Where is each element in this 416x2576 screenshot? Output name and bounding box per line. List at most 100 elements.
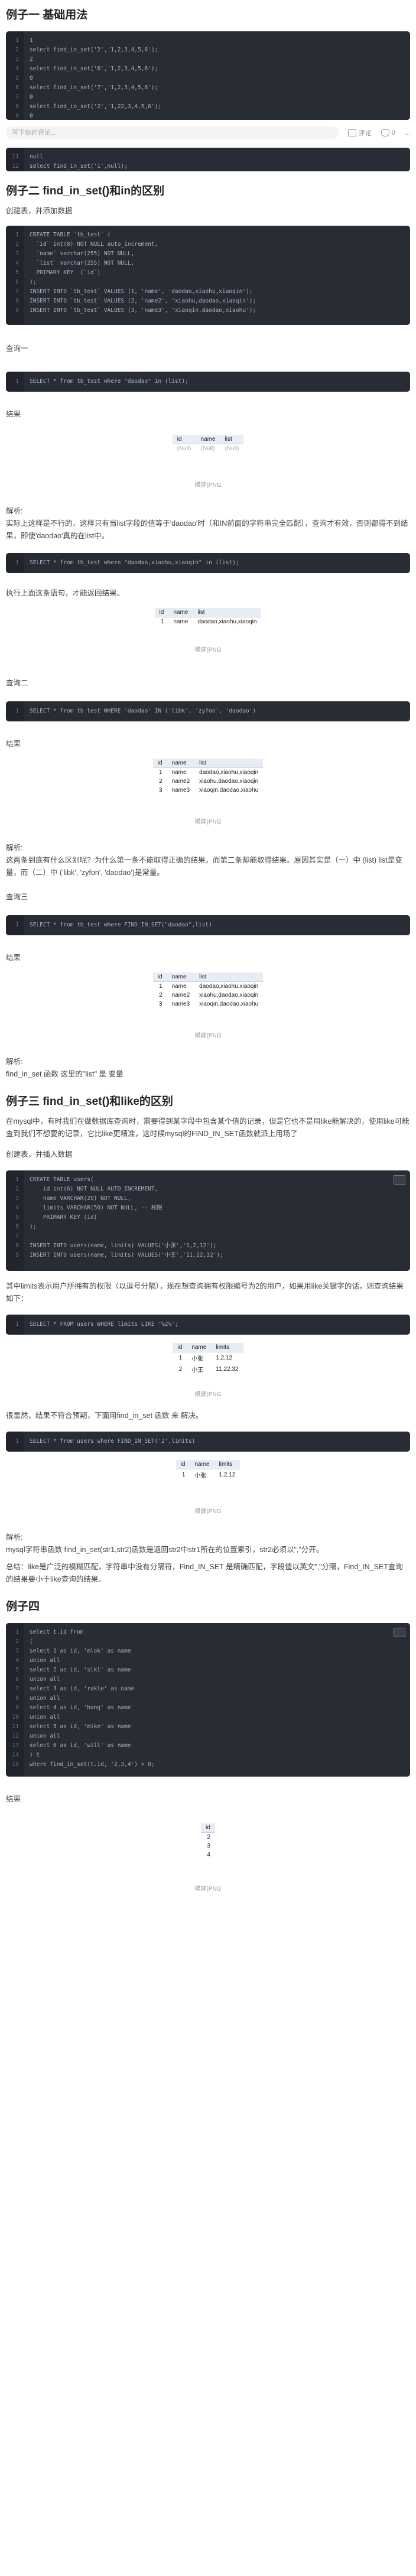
- code-line: 8 INSERT INTO users(name, limits) VALUES(…: [6, 1241, 410, 1251]
- code-text: union all: [30, 1695, 60, 1702]
- line-number: 7: [15, 1233, 19, 1240]
- code-text: select 5 as id, 'mike' as name: [30, 1723, 131, 1730]
- line-number: 4: [15, 1205, 19, 1211]
- summary-text: 总结：like是广泛的模糊匹配，字符串中没有分隔符，Find_IN_SET 是精…: [6, 1563, 403, 1583]
- code-text: `list` varchar(255) NOT NULL,: [30, 260, 135, 266]
- code-text: );: [30, 279, 37, 285]
- code-block-like-query[interactable]: 1 SELECT * FROM users WHERE limits LIKE '…: [6, 1315, 410, 1335]
- code-block-query3[interactable]: 1 SELECT * from tb_test where FIND_IN_SET…: [6, 915, 410, 935]
- code-line: 3 select 1 as id, 'mlok' as name: [6, 1647, 410, 1656]
- code-text: `name` varchar(255) NOT NULL,: [30, 251, 135, 257]
- example2-intro: 创建表，并添加数据: [6, 207, 73, 215]
- table-row: 4: [201, 1850, 215, 1859]
- table-cell: 1: [178, 1355, 183, 1361]
- code-line: 2 select find_in_set('2','1,2,3,4,5,6');: [6, 45, 410, 55]
- result-table: id name list 1 name daodao,xiaohu,xiaoqin 2 nam…: [152, 759, 264, 795]
- image-caption: 横屏(PNG: [194, 482, 222, 489]
- code-text: PRIMARY KEY (id): [30, 1214, 98, 1221]
- line-number: 2: [15, 1638, 19, 1645]
- code-line: 32: [6, 55, 410, 64]
- line-number: 3: [15, 1195, 19, 1202]
- code-block-example4[interactable]: 1 select t.id from 2(3 select 1 as id, 'mlo…: [6, 1623, 410, 1777]
- code-text: union all: [30, 1676, 60, 1683]
- table-row: 1 小张 1,2,12: [176, 1469, 240, 1481]
- code-text: INSERT INTO users(name, limits) VALUES('…: [30, 1243, 217, 1249]
- analysis-text-3: find_in_set 函数 这里的"list" 是 变量: [6, 1070, 124, 1078]
- code-text: name VARCHAR(20) NOT NULL,: [30, 1195, 131, 1202]
- line-number: 7: [15, 1686, 19, 1692]
- code-line: 8 union all: [6, 1694, 410, 1703]
- code-block-query1[interactable]: 1 SELECT * from tb_test where "daodao" in…: [6, 372, 410, 392]
- line-number: 9: [15, 113, 19, 119]
- thumbs-up-icon: [381, 129, 389, 136]
- example3-create-label: 创建表，并插入数据: [6, 1150, 73, 1159]
- line-number: 11: [12, 154, 19, 160]
- code-text: select 3 as id, 'rakle' as name: [30, 1686, 135, 1692]
- column-header: name: [190, 1460, 214, 1469]
- table-cell: xiaohu,daodao,xiaoqin: [199, 778, 259, 785]
- column-header: list: [194, 759, 264, 768]
- code-block-create-users[interactable]: 1 CREATE TABLE users(2 id int(6) NOT NULL…: [6, 1170, 410, 1271]
- result-table: id name list (Null) (Null) (Null): [172, 435, 244, 453]
- result-table-query1b: id name list 1 name daodao,xiaohu,xiaoqin: [6, 608, 410, 641]
- example3-section: 例子三 find_in_set()和like的区别 在mysql中，有时我们在做…: [0, 1092, 416, 1586]
- findinset-query-code: SELECT * from users where FIND_IN_SET('2…: [30, 1438, 196, 1445]
- column-header: id: [201, 1823, 215, 1833]
- column-header: name: [167, 972, 195, 982]
- line-number: 9: [15, 1252, 19, 1258]
- code-line: 8 INSERT INTO `tb_test` VALUES (2, 'name2…: [6, 297, 410, 306]
- code-block-findinset-query[interactable]: 1 SELECT * from users where FIND_IN_SET('…: [6, 1432, 410, 1452]
- column-header: name: [196, 435, 220, 444]
- code-text: 2: [30, 56, 33, 63]
- code-line: 4 limits VARCHAR(50) NOT NULL, -- 权限: [6, 1204, 410, 1213]
- result-table-findinset: id name limits 1 小张 1,2,12: [6, 1460, 410, 1502]
- more-button[interactable]: ...: [405, 129, 410, 136]
- comment-label: 评论: [358, 130, 372, 137]
- copy-code-icon[interactable]: [394, 1175, 405, 1185]
- table-cell: 1: [159, 983, 162, 990]
- table-cell: name: [171, 769, 187, 776]
- line-number: 7: [15, 288, 19, 295]
- comment-button[interactable]: 评论: [347, 128, 372, 138]
- code-text: union all: [30, 1714, 60, 1720]
- code-line: 6);: [6, 278, 410, 287]
- example2-section: 例子二 find_in_set()和in的区别 创建表，并添加数据 1 CREAT…: [0, 182, 416, 1081]
- code-text: CREATE TABLE users(: [30, 1176, 94, 1183]
- result-table: id 2 3 4: [201, 1823, 215, 1859]
- line-number: 4: [15, 260, 19, 266]
- code-block-example1-continued[interactable]: 11 null 12 select find_in_set('1',null);: [6, 148, 410, 171]
- code-text: select find_in_set('1',null);: [30, 163, 128, 170]
- result-table: id name limits 1 小张 1,2,12: [176, 1460, 240, 1481]
- code-line: 5 select 2 as id, 'slkl' as name: [6, 1666, 410, 1675]
- table-cell: 2: [159, 992, 162, 998]
- code-text: INSERT INTO `tb_test` VALUES (3, 'name3'…: [30, 307, 256, 314]
- line-number: 8: [15, 103, 19, 110]
- comment-input[interactable]: 写下你的评论...: [6, 126, 339, 139]
- line-number: 4: [15, 66, 19, 72]
- like-button[interactable]: 0: [381, 129, 395, 136]
- query1b-code: SELECT * from tb_test where "daodao,xiao…: [30, 560, 239, 566]
- code-line: 14) t: [6, 1751, 410, 1760]
- code-text: select t.id from: [30, 1629, 84, 1635]
- code-block-query2[interactable]: 1 SELECT * from tb_test WHERE 'daodao' IN…: [6, 701, 410, 721]
- code-block-example1[interactable]: 1 1 2 select find_in_set('2','1,2,3,4,5,6')…: [6, 31, 410, 120]
- column-header: list: [193, 608, 262, 617]
- copy-code-icon[interactable]: [394, 1628, 405, 1637]
- line-number: 6: [15, 1676, 19, 1683]
- code-block-query1b[interactable]: 1 SELECT * from tb_test where "daodao,xia…: [6, 553, 410, 573]
- analysis-label: 解析:: [6, 1058, 23, 1066]
- analysis-text-1: 实际上这样是不行的，这样只有当list字段的值等于'daodao'时（和IN前面…: [6, 519, 408, 540]
- table-row: 3 name3 xiaoqin,daodao,xiaohu: [153, 1000, 263, 1009]
- code-text: where find_in_set(t.id, '2,3,4') > 0;: [30, 1761, 155, 1768]
- example3-note: 很显然，结果不符合预期，下面用find_in_set 函数 来 解决。: [6, 1411, 203, 1420]
- query2-label: 查询二: [6, 679, 28, 687]
- code-block-create-tb-test[interactable]: 1 CREATE TABLE `tb_test` (2 `id` int(8) N…: [6, 226, 410, 325]
- line-number: 10: [12, 1714, 19, 1720]
- table-cell: name3: [171, 787, 190, 793]
- column-header: id: [173, 1343, 187, 1352]
- table-cell: xiaohu,daodao,xiaoqin: [199, 992, 259, 998]
- table-cell: 11,22,32: [216, 1366, 239, 1372]
- code-line: 2(: [6, 1637, 410, 1647]
- code-line: 2 `id` int(8) NOT NULL auto_increment,: [6, 240, 410, 249]
- comment-icon: [347, 129, 356, 136]
